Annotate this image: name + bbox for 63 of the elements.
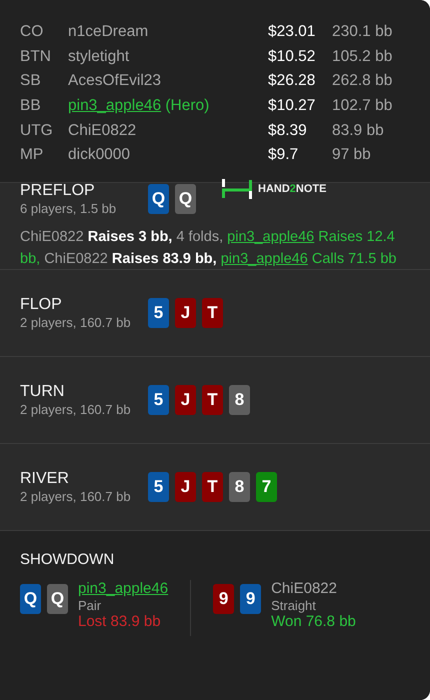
position-label: MP — [20, 146, 44, 164]
player-link[interactable]: pin3_apple46 — [220, 250, 308, 267]
player-link[interactable]: pin3_apple46 — [227, 228, 314, 245]
player-link[interactable]: pin3_apple46 — [68, 97, 162, 114]
street-info: 2 players, 160.7 bb — [20, 314, 132, 330]
player-name: AcesOfEvil23 — [68, 72, 162, 90]
playing-card: T — [202, 298, 223, 328]
playing-card: J — [175, 298, 196, 328]
stack-amount: $23.01 — [268, 23, 316, 42]
street-info: 2 players, 160.7 bb — [20, 402, 132, 417]
playing-card: 9 — [240, 584, 262, 614]
playing-card: T — [202, 384, 223, 415]
street-title: PREFLOP — [20, 182, 96, 200]
stack-amount: $10.27 — [268, 97, 316, 116]
position-label: UTG — [20, 122, 54, 140]
playing-card: Q — [47, 584, 68, 614]
stack-bb: 262.8 bb — [332, 72, 394, 90]
playing-card: J — [175, 384, 196, 415]
position-label: BTN — [20, 48, 52, 66]
action-summary: ChiE0822 Raises 3 bb, 4 folds, pin3_apple46 Raises 12.4 bb, ChiE0822 Raises 83.9 bb, pin3_apple46 Calls 71.5 bb — [20, 228, 398, 269]
stack-bb: 230.1 bb — [332, 23, 394, 42]
playing-card: Q — [20, 584, 41, 614]
player-name: dick0000 — [68, 146, 130, 164]
position-label: BB — [20, 97, 42, 116]
hand-rank: Pair — [78, 598, 102, 613]
logo-text: HAND2NOTE — [258, 182, 326, 195]
hand-result: Lost 83.9 bb — [78, 612, 161, 630]
playing-card: 5 — [148, 472, 169, 502]
stack-amount: $8.39 — [268, 122, 308, 140]
showdown-title: SHOWDOWN — [20, 550, 116, 568]
hero-tag: (Hero) — [161, 97, 210, 114]
player-name: ChiE0822 — [271, 580, 337, 597]
playing-card: Q — [148, 184, 169, 214]
street-title: RIVER — [20, 470, 70, 488]
street-title: TURN — [20, 382, 66, 401]
stack-bb: 83.9 bb — [332, 122, 385, 140]
street-info: 6 players, 1.5 bb — [20, 200, 118, 216]
playing-card: 8 — [229, 472, 250, 502]
player-name: styletight — [68, 48, 130, 65]
player-name: n1ceDream — [68, 23, 148, 40]
stack-amount: $10.52 — [268, 48, 316, 66]
stack-bb: 97 bb — [332, 146, 372, 164]
stack-amount: $26.28 — [268, 72, 316, 90]
playing-card: 8 — [229, 384, 250, 415]
playing-card: 9 — [213, 584, 234, 614]
street-info: 2 players, 160.7 bb — [20, 488, 132, 504]
playing-card: T — [202, 472, 223, 502]
stack-bb: 102.7 bb — [332, 97, 394, 116]
position-label: SB — [20, 72, 42, 90]
player-name: ChiE0822 — [68, 122, 136, 139]
playing-card: J — [175, 472, 196, 502]
stack-bb: 105.2 bb — [332, 48, 394, 66]
playing-card: 5 — [148, 298, 169, 328]
player-link[interactable]: pin3_apple46 — [78, 580, 168, 597]
position-label: CO — [20, 23, 44, 42]
street-title: FLOP — [20, 296, 63, 314]
playing-card: 7 — [256, 472, 277, 502]
hand-rank: Straight — [271, 598, 316, 613]
playing-card: Q — [175, 184, 196, 214]
playing-card: 5 — [148, 384, 169, 415]
logo-icon — [220, 178, 254, 200]
stack-amount: $9.7 — [268, 146, 300, 164]
hand-result: Won 76.8 bb — [271, 612, 356, 630]
